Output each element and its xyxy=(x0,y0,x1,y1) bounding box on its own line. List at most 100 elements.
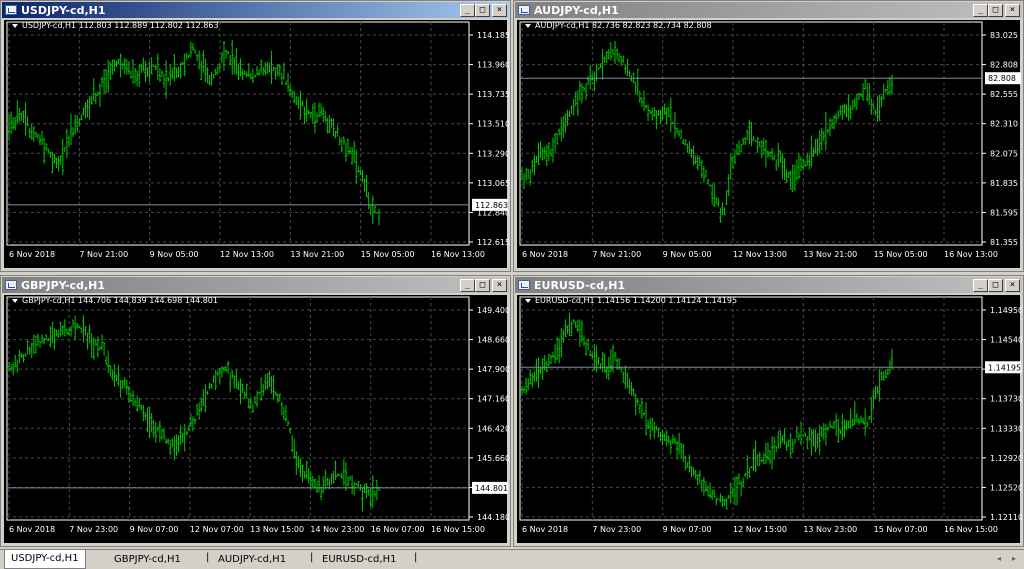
dropdown-icon[interactable] xyxy=(525,23,531,28)
titlebar-audjpy[interactable]: AUDJPY-cd,H1 _ □ × xyxy=(515,2,1022,18)
price-label: 1.12520 xyxy=(990,483,1022,492)
time-label: 6 Nov 2018 xyxy=(522,250,568,259)
price-label: 114.185 xyxy=(477,31,509,40)
time-label: 7 Nov 21:00 xyxy=(79,250,128,259)
dropdown-icon[interactable] xyxy=(525,298,531,303)
time-label: 14 Nov 23:00 xyxy=(310,525,364,534)
tab-gbpjpy[interactable]: GBPJPY-cd,H1 xyxy=(114,552,181,568)
price-label: 82.555 xyxy=(990,90,1018,99)
price-label: 82.310 xyxy=(990,120,1018,129)
price-label: 113.735 xyxy=(477,90,509,99)
price-label: 148.660 xyxy=(477,336,509,345)
time-label: 6 Nov 2018 xyxy=(9,250,55,259)
time-label: 16 Nov 13:00 xyxy=(431,250,485,259)
chart-window-icon xyxy=(5,5,17,15)
current-price-label: 82.808 xyxy=(988,74,1016,83)
price-label: 81.835 xyxy=(990,179,1018,188)
price-label: 1.14540 xyxy=(990,336,1022,345)
price-chart[interactable]: 1.14950 1.14540 1.14195 1.13730 1.13330 1.129… xyxy=(517,295,1022,545)
chart-window-eurusd[interactable]: EURUSD-cd,H1 _ □ × 1.14950 1.14540 1.14195… xyxy=(513,275,1024,547)
current-price-label: 1.14195 xyxy=(988,363,1021,372)
ohlc-readout: AUDJPY-cd,H1 82.736 82.823 82.734 82.808 xyxy=(535,21,712,30)
chart-window-icon xyxy=(518,280,530,290)
time-label: 9 Nov 07:00 xyxy=(130,525,179,534)
scroll-right-icon[interactable]: ▸ xyxy=(1012,554,1016,563)
close-button[interactable]: × xyxy=(492,3,507,17)
time-label: 12 Nov 15:00 xyxy=(733,525,787,534)
price-label: 113.290 xyxy=(477,149,509,158)
ohlc-readout: GBPJPY-cd,H1 144.706 144.839 144.698 144… xyxy=(22,296,218,305)
scroll-left-icon[interactable]: ◂ xyxy=(997,554,1001,563)
price-chart[interactable]: 114.185 113.960 113.735 113.510 113.290 113.0… xyxy=(4,20,509,270)
time-label: 12 Nov 13:00 xyxy=(733,250,787,259)
titlebar-gbpjpy[interactable]: GBPJPY-cd,H1 _ □ × xyxy=(2,277,509,293)
time-label: 9 Nov 05:00 xyxy=(150,250,199,259)
tab-separator: | xyxy=(310,552,314,563)
chart-area-eurusd[interactable]: 1.14950 1.14540 1.14195 1.13730 1.13330 1.129… xyxy=(517,295,1022,545)
price-label: 146.420 xyxy=(477,424,509,433)
time-label: 16 Nov 15:00 xyxy=(431,525,485,534)
chart-window-icon xyxy=(518,5,530,15)
tab-eurusd[interactable]: EURUSD-cd,H1 xyxy=(322,552,396,568)
chart-area-gbpjpy[interactable]: 149.400 148.660 147.900 147.160 146.420 145.6… xyxy=(4,295,509,545)
chart-window-usdjpy[interactable]: USDJPY-cd,H1 _ □ × 114.185 113.960 113.735… xyxy=(0,0,511,272)
price-chart[interactable]: 149.400 148.660 147.900 147.160 146.420 145.6… xyxy=(4,295,509,545)
symbol-info: EURUSD-cd,H1 1.14156 1.14200 1.14124 1.1… xyxy=(525,296,737,305)
price-label: 144.180 xyxy=(477,513,509,522)
maximize-button[interactable]: □ xyxy=(475,3,490,17)
chart-window-audjpy[interactable]: AUDJPY-cd,H1 _ □ × 83.025 82.808 82.555 82.… xyxy=(513,0,1024,272)
price-label: 1.13730 xyxy=(990,395,1022,404)
window-title: GBPJPY-cd,H1 xyxy=(21,278,105,292)
price-label: 113.960 xyxy=(477,61,509,70)
chart-area-usdjpy[interactable]: 114.185 113.960 113.735 113.510 113.290 113.0… xyxy=(4,20,509,270)
plot-frame xyxy=(6,296,470,521)
time-label: 6 Nov 2018 xyxy=(522,525,568,534)
tab-usdjpy[interactable]: USDJPY-cd,H1 xyxy=(4,550,86,569)
ohlc-readout: USDJPY-cd,H1 112.803 112.889 112.802 112… xyxy=(22,21,219,30)
time-label: 9 Nov 05:00 xyxy=(663,250,712,259)
price-label: 145.660 xyxy=(477,454,509,463)
titlebar-eurusd[interactable]: EURUSD-cd,H1 _ □ × xyxy=(515,277,1022,293)
time-label: 7 Nov 23:00 xyxy=(69,525,118,534)
dropdown-icon[interactable] xyxy=(12,298,18,303)
close-button[interactable]: × xyxy=(1005,278,1020,292)
ohlc-readout: EURUSD-cd,H1 1.14156 1.14200 1.14124 1.1… xyxy=(535,296,738,305)
time-label: 9 Nov 07:00 xyxy=(663,525,712,534)
minimize-button[interactable]: _ xyxy=(973,278,988,292)
chart-area-audjpy[interactable]: 83.025 82.808 82.555 82.310 82.075 81.835 81.5… xyxy=(517,20,1022,270)
dropdown-icon[interactable] xyxy=(12,23,18,28)
close-button[interactable]: × xyxy=(492,278,507,292)
plot-frame xyxy=(519,296,983,521)
price-label: 147.160 xyxy=(477,395,509,404)
minimize-button[interactable]: _ xyxy=(460,278,475,292)
chart-window-gbpjpy[interactable]: GBPJPY-cd,H1 _ □ × 149.400 148.660 147.900… xyxy=(0,275,511,547)
price-label: 1.12110 xyxy=(990,513,1022,522)
maximize-button[interactable]: □ xyxy=(988,278,1003,292)
time-label: 13 Nov 21:00 xyxy=(290,250,344,259)
tab-separator: | xyxy=(414,552,418,563)
close-button[interactable]: × xyxy=(1005,3,1020,17)
time-label: 13 Nov 21:00 xyxy=(803,250,857,259)
maximize-button[interactable]: □ xyxy=(988,3,1003,17)
symbol-info: USDJPY-cd,H1 112.803 112.889 112.802 112… xyxy=(12,21,219,30)
maximize-button[interactable]: □ xyxy=(475,278,490,292)
price-label: 147.900 xyxy=(477,365,509,374)
price-label: 149.400 xyxy=(477,306,509,315)
time-label: 13 Nov 15:00 xyxy=(250,525,304,534)
time-label: 13 Nov 23:00 xyxy=(803,525,857,534)
price-label: 82.075 xyxy=(990,149,1018,158)
price-chart[interactable]: 83.025 82.808 82.555 82.310 82.075 81.835 81.5… xyxy=(517,20,1022,270)
time-label: 16 Nov 15:00 xyxy=(944,525,998,534)
time-label: 6 Nov 2018 xyxy=(9,525,55,534)
symbol-info: AUDJPY-cd,H1 82.736 82.823 82.734 82.808 xyxy=(525,21,712,30)
price-label: 81.595 xyxy=(990,208,1018,217)
minimize-button[interactable]: _ xyxy=(973,3,988,17)
tab-audjpy[interactable]: AUDJPY-cd,H1 xyxy=(218,552,286,568)
time-label: 16 Nov 07:00 xyxy=(371,525,425,534)
window-title: AUDJPY-cd,H1 xyxy=(534,3,619,17)
minimize-button[interactable]: _ xyxy=(460,3,475,17)
titlebar-usdjpy[interactable]: USDJPY-cd,H1 _ □ × xyxy=(2,2,509,18)
chart-window-icon xyxy=(5,280,17,290)
price-label: 1.12920 xyxy=(990,454,1022,463)
current-price-label: 144.801 xyxy=(475,484,508,493)
